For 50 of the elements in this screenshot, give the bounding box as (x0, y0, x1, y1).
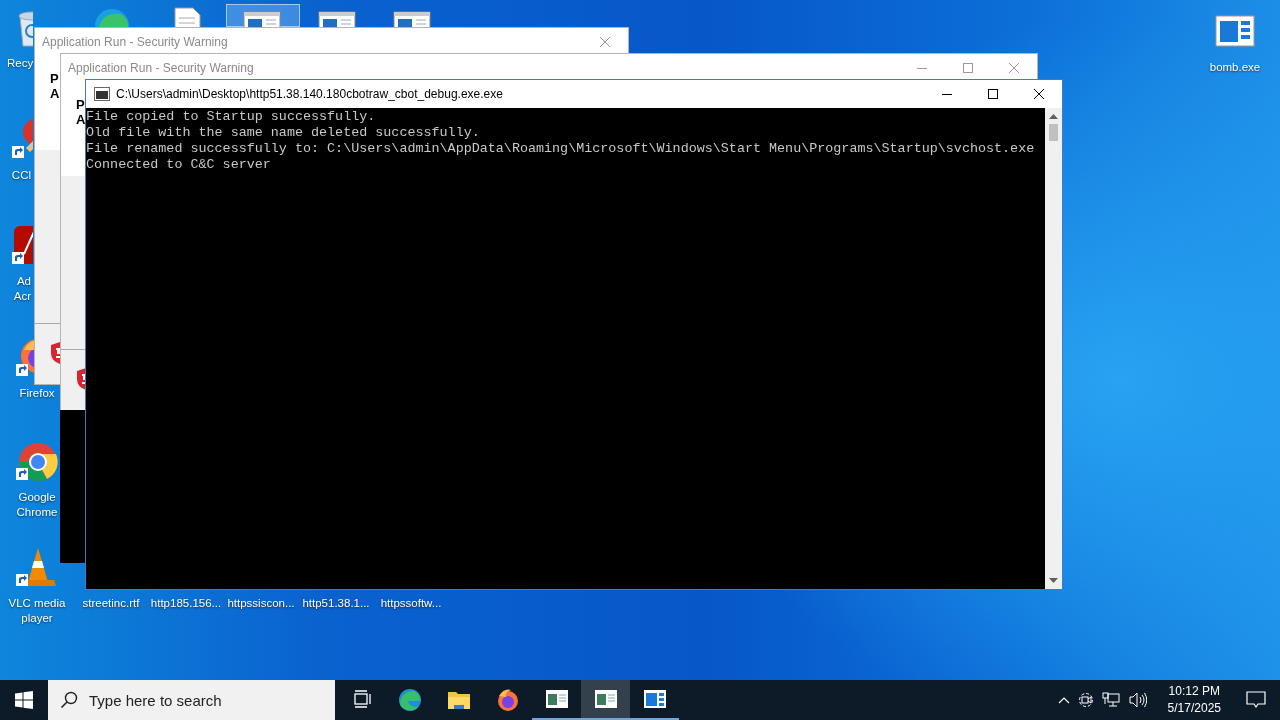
window-title: C:\Users\admin\Desktop\http51.38.140.180cbotraw_cbot_debug.exe.exe (116, 87, 504, 101)
window-icon[interactable] (642, 687, 667, 711)
windows-logo-icon[interactable] (15, 691, 33, 709)
close-icon[interactable] (1034, 89, 1044, 99)
console-line: File renamed successfully to: C:\Users\admin\AppData\Roaming\Microsoft\Windows\Start Menu\Programs\Startup\svchost.exe (86, 141, 1036, 157)
icon-label: http185.156... (149, 596, 223, 611)
icon-label: Recy (7, 56, 33, 71)
dialog-text: P (76, 97, 85, 112)
browser-icon[interactable] (495, 688, 520, 712)
clock-time: 10:12 PM (1168, 683, 1220, 700)
maximize-icon[interactable] (988, 89, 998, 99)
browser-icon[interactable] (397, 688, 422, 712)
console-line: File copied to Startup successfully. (86, 109, 377, 125)
search-icon (60, 691, 78, 709)
icon-label: Google Chrome (15, 490, 59, 520)
icon-label: http51.38.1... (301, 596, 371, 611)
icon-label: Ad Acr (12, 274, 32, 304)
icon-label: Firefox (18, 386, 56, 401)
dialog-text: A (50, 86, 60, 101)
icon-label: httpssiscon... (226, 596, 296, 611)
window-icon[interactable] (593, 687, 618, 711)
search-field[interactable]: Type here to search (48, 680, 335, 720)
browser-icon[interactable] (16, 440, 58, 482)
scroll-up-icon[interactable] (1049, 114, 1058, 119)
icon-label: streetinc.rtf (81, 596, 141, 611)
dialog-text: A (76, 112, 86, 127)
icon-label: VLC media player (7, 596, 67, 626)
clock[interactable]: 10:12 PM 5/17/2025 (1161, 683, 1227, 717)
window-title: Application Run - Security Warning (68, 60, 255, 75)
icon-label: bomb.exe (1208, 60, 1262, 75)
window-icon[interactable] (544, 687, 569, 711)
console-icon (94, 87, 110, 101)
chevron-up-icon[interactable] (1057, 696, 1070, 704)
taskbar-button[interactable] (581, 680, 630, 720)
network-icon[interactable] (1101, 692, 1120, 708)
speaker-icon[interactable] (1128, 692, 1147, 708)
notification-icon[interactable] (1246, 691, 1266, 709)
dialog-text: P (50, 71, 59, 86)
search-input[interactable]: Type here to search (89, 691, 329, 709)
scroll-down-icon[interactable] (1049, 578, 1058, 583)
console-line: Connected to C&C server (86, 157, 272, 173)
icon-label: httpssoftw... (379, 596, 443, 611)
clock-date: 5/17/2025 (1167, 700, 1221, 717)
scrollbar-thumb[interactable] (1049, 124, 1058, 141)
icon-label: CCl (10, 168, 32, 183)
camera-icon[interactable] (1078, 692, 1093, 708)
scrollbar[interactable] (1045, 108, 1062, 589)
console-line: Old file with the same name deleted successfully. (86, 125, 481, 141)
window-title: Application Run - Security Warning (42, 34, 229, 49)
pdf-app-icon[interactable] (12, 224, 33, 266)
